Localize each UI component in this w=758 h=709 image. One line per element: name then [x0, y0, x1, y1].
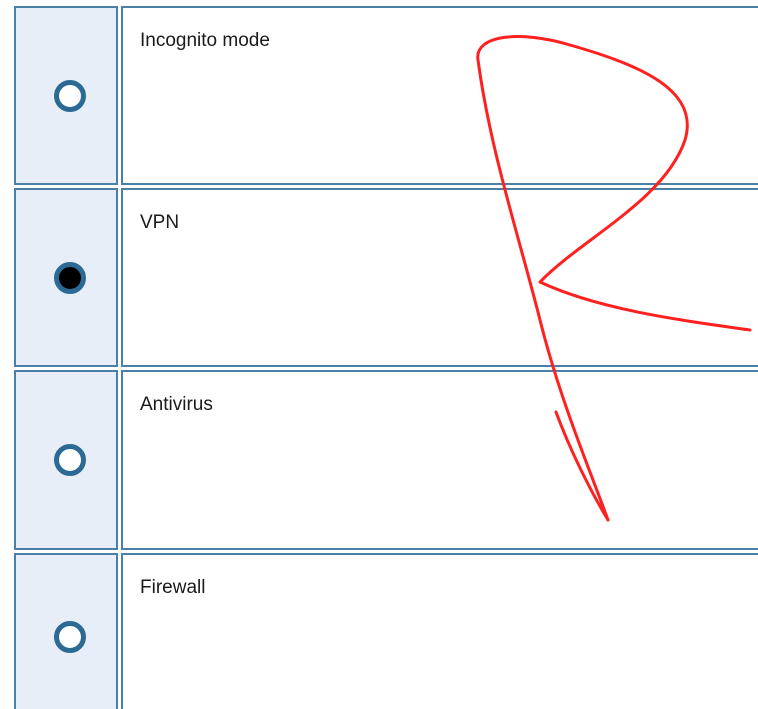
option-row-vpn: VPN — [14, 188, 758, 367]
option-content-cell[interactable]: Firewall — [121, 553, 758, 709]
option-selector-cell[interactable] — [14, 553, 118, 709]
option-label: Firewall — [140, 577, 206, 598]
option-content-cell[interactable]: Antivirus — [121, 370, 758, 550]
radio-button[interactable] — [54, 444, 86, 476]
option-content-cell[interactable]: VPN — [121, 188, 758, 367]
radio-button[interactable] — [54, 80, 86, 112]
option-row-incognito-mode: Incognito mode — [14, 6, 758, 185]
option-row-antivirus: Antivirus — [14, 370, 758, 550]
radio-button[interactable] — [54, 621, 86, 653]
option-selector-cell[interactable] — [14, 370, 118, 550]
option-label: VPN — [140, 212, 180, 233]
option-label: Incognito mode — [140, 30, 270, 51]
option-selector-cell[interactable] — [14, 6, 118, 185]
option-label: Antivirus — [140, 394, 213, 415]
option-selector-cell[interactable] — [14, 188, 118, 367]
option-content-cell[interactable]: Incognito mode — [121, 6, 758, 185]
option-row-firewall: Firewall — [14, 553, 758, 709]
radio-button-selected[interactable] — [54, 262, 86, 294]
answer-options-panel: Incognito mode VPN Antivirus Firewall — [0, 0, 758, 709]
